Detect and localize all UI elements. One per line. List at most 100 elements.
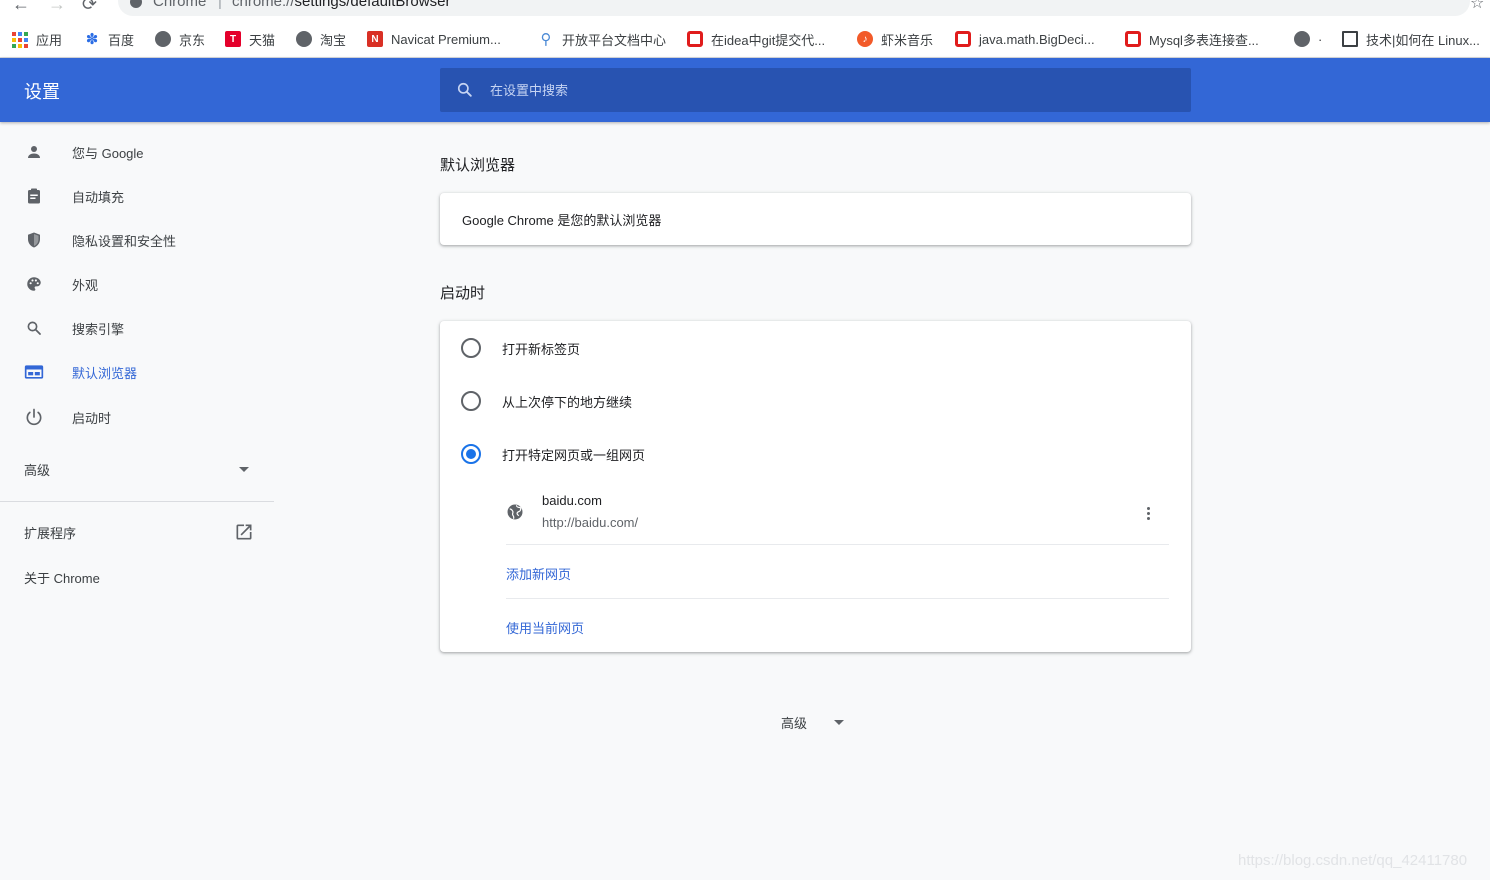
sidebar-item-label: 您与 Google bbox=[72, 145, 144, 161]
sidebar-item-extensions[interactable]: 扩展程序 bbox=[0, 512, 274, 552]
sidebar-item-label: 搜索引擎 bbox=[72, 321, 125, 337]
bookmark-label: · bbox=[1318, 31, 1323, 47]
shield-icon bbox=[24, 230, 44, 250]
bookmark-label: Mysql多表连接查... bbox=[1149, 32, 1259, 48]
sidebar-item-label: 外观 bbox=[72, 277, 99, 293]
clipboard-icon bbox=[24, 186, 44, 206]
on-startup-card: 打开新标签页 从上次停下的地方继续 打开特定网页或一组网页 baidu.com … bbox=[440, 321, 1191, 652]
startup-option-specific-pages[interactable]: 打开特定网页或一组网页 bbox=[440, 427, 1191, 480]
browser-window-icon bbox=[24, 362, 44, 382]
bookmark-label: 淘宝 bbox=[320, 32, 347, 48]
more-vert-icon[interactable] bbox=[1138, 501, 1158, 525]
url-chrome-label: Chrome bbox=[153, 0, 207, 10]
bookmark-label: 京东 bbox=[179, 32, 206, 48]
startup-page-title: baidu.com bbox=[542, 493, 602, 508]
settings-search[interactable] bbox=[440, 68, 1191, 112]
sidebar-item-about[interactable]: 关于 Chrome bbox=[0, 557, 274, 597]
baidu-paw-icon: ✽ bbox=[85, 31, 99, 48]
bookmark-csdn-git[interactable]: 在idea中git提交代... bbox=[687, 29, 825, 49]
sidebar-item-privacy[interactable]: 隐私设置和安全性 bbox=[0, 220, 274, 260]
document-icon bbox=[1342, 31, 1358, 47]
sidebar-item-label: 默认浏览器 bbox=[72, 365, 138, 381]
bookmark-taobao[interactable]: 淘宝 bbox=[296, 29, 346, 49]
sidebar-item-label: 隐私设置和安全性 bbox=[72, 233, 177, 249]
url-path: settings/defaultBrowser bbox=[294, 0, 451, 10]
globe-icon bbox=[1294, 31, 1310, 47]
sidebar-about-label: 关于 Chrome bbox=[24, 570, 100, 586]
person-icon bbox=[24, 142, 44, 162]
startup-option-new-tab[interactable]: 打开新标签页 bbox=[440, 321, 1191, 374]
advanced-toggle-label: 高级 bbox=[781, 716, 808, 731]
sidebar-item-label: 启动时 bbox=[72, 410, 112, 426]
radio-button[interactable] bbox=[461, 338, 481, 358]
use-current-pages-link[interactable]: 使用当前网页 bbox=[506, 618, 584, 637]
radio-label: 从上次停下的地方继续 bbox=[502, 395, 633, 410]
bookmark-open-platform[interactable]: ⚲ 开放平台文档中心 bbox=[538, 29, 667, 49]
bookmark-jd[interactable]: 京东 bbox=[155, 29, 205, 49]
sidebar-item-default-browser[interactable]: 默认浏览器 bbox=[0, 352, 274, 392]
startup-option-continue[interactable]: 从上次停下的地方继续 bbox=[440, 374, 1191, 427]
bookmark-baidu[interactable]: ✽ 百度 bbox=[84, 29, 134, 49]
bookmark-label: 百度 bbox=[108, 32, 135, 48]
globe-icon bbox=[507, 504, 523, 520]
csdn-icon bbox=[687, 31, 703, 47]
bookmark-star-icon[interactable]: ☆ bbox=[1470, 0, 1484, 13]
default-browser-status: Google Chrome 是您的默认浏览器 bbox=[462, 213, 662, 228]
globe-icon bbox=[296, 31, 312, 47]
chevron-down-icon bbox=[834, 720, 844, 725]
sidebar-advanced-toggle[interactable]: 高级 bbox=[0, 449, 274, 489]
sidebar-item-you-and-google[interactable]: 您与 Google bbox=[0, 132, 274, 172]
reload-icon[interactable]: ⟳ bbox=[82, 0, 97, 14]
radio-button[interactable] bbox=[461, 391, 481, 411]
bookmark-navicat[interactable]: N Navicat Premium... bbox=[367, 29, 501, 49]
default-browser-card: Google Chrome 是您的默认浏览器 bbox=[440, 193, 1191, 245]
sidebar-item-autofill[interactable]: 自动填充 bbox=[0, 176, 274, 216]
on-startup-heading: 启动时 bbox=[440, 285, 486, 302]
search-input[interactable] bbox=[490, 68, 1180, 112]
bookmark-linux[interactable]: 技术|如何在 Linux... bbox=[1342, 29, 1480, 49]
settings-header: 设置 bbox=[0, 58, 1490, 122]
bookmark-label: 技术|如何在 Linux... bbox=[1366, 32, 1480, 48]
sidebar-item-on-startup[interactable]: 启动时 bbox=[0, 397, 274, 437]
bookmark-untitled[interactable]: · bbox=[1294, 29, 1322, 49]
forward-arrow-icon[interactable]: → bbox=[48, 0, 66, 14]
bookmark-csdn-mysql[interactable]: Mysql多表连接查... bbox=[1125, 29, 1259, 49]
bookmark-tmall[interactable]: T 天猫 bbox=[225, 29, 275, 49]
bookmark-label: 虾米音乐 bbox=[881, 32, 934, 48]
sidebar-item-search-engine[interactable]: 搜索引擎 bbox=[0, 308, 274, 348]
sidebar-extensions-label: 扩展程序 bbox=[24, 525, 77, 541]
tmall-icon: T bbox=[225, 31, 241, 47]
url-separator: | bbox=[218, 0, 222, 10]
open-in-new-icon bbox=[236, 524, 252, 540]
radio-button-checked[interactable] bbox=[461, 444, 481, 464]
bookmark-csdn-bigdecimal[interactable]: java.math.BigDeci... bbox=[955, 29, 1095, 49]
sidebar-advanced-label: 高级 bbox=[24, 462, 51, 478]
palette-icon bbox=[24, 274, 44, 294]
navicat-icon: N bbox=[367, 31, 383, 47]
radio-label: 打开新标签页 bbox=[502, 342, 581, 357]
back-arrow-icon[interactable]: ← bbox=[12, 0, 30, 14]
bookmark-apps[interactable]: 应用 bbox=[12, 29, 62, 49]
bookmarks-bar: 应用 ✽ 百度 京东 T 天猫 淘宝 N Navicat Premium... … bbox=[0, 20, 1490, 58]
watermark: https://blog.csdn.net/qq_42411780 bbox=[1238, 852, 1468, 869]
chevron-down-icon bbox=[239, 467, 249, 472]
search-icon bbox=[24, 318, 44, 338]
startup-page-url: http://baidu.com/ bbox=[542, 515, 639, 530]
sidebar-divider bbox=[0, 501, 274, 502]
globe-icon bbox=[155, 31, 171, 47]
add-new-page-link[interactable]: 添加新网页 bbox=[506, 564, 571, 583]
sidebar-item-label: 自动填充 bbox=[72, 189, 125, 205]
csdn-icon bbox=[955, 31, 971, 47]
browser-toolbar: ← → ⟳ Chrome | chrome://settings/default… bbox=[0, 0, 1490, 20]
apps-grid-icon bbox=[12, 31, 28, 48]
startup-page-entry: baidu.com http://baidu.com/ bbox=[506, 481, 1169, 545]
url-text[interactable]: chrome://settings/defaultBrowser bbox=[232, 0, 450, 10]
bookmark-label: 开放平台文档中心 bbox=[562, 32, 667, 48]
bookmark-label: 应用 bbox=[36, 32, 63, 48]
search-icon bbox=[457, 82, 472, 97]
csdn-icon bbox=[1125, 31, 1141, 47]
row-divider bbox=[506, 598, 1169, 599]
sidebar-item-appearance[interactable]: 外观 bbox=[0, 264, 274, 304]
bookmark-xiami[interactable]: ♪ 虾米音乐 bbox=[857, 29, 933, 49]
bookmark-label: 在idea中git提交代... bbox=[711, 32, 826, 48]
